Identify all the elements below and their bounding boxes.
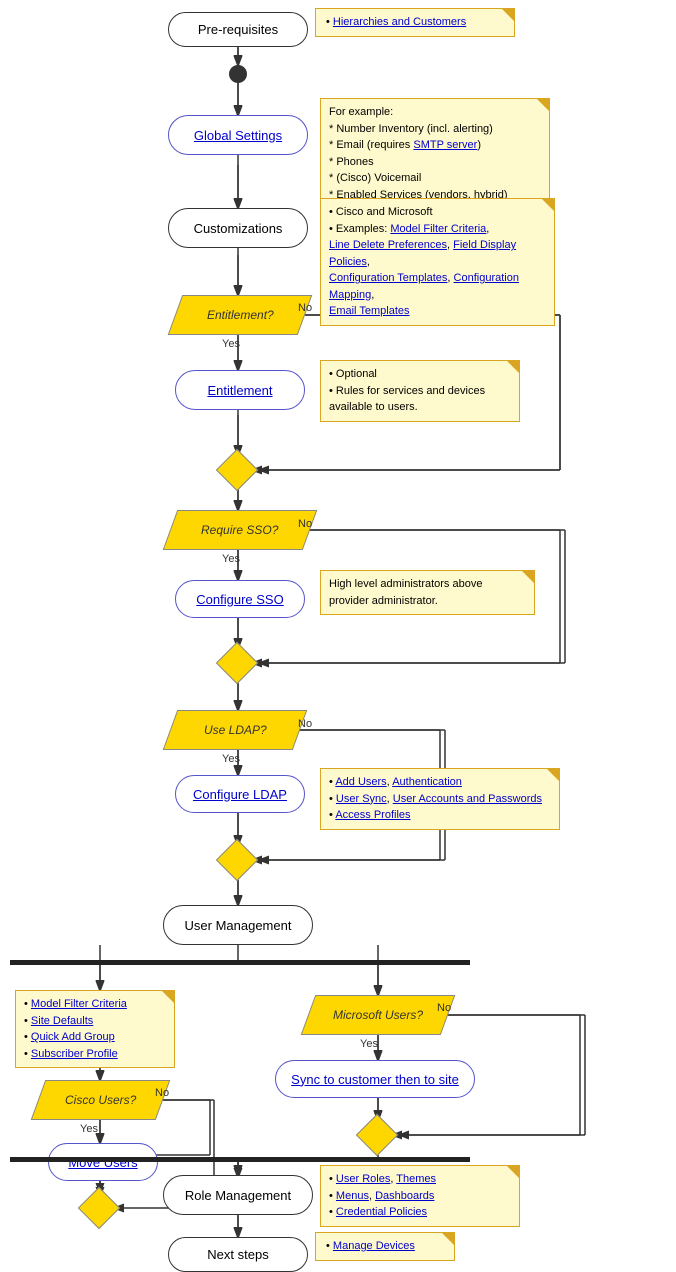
microsoft-users-diamond: Microsoft Users? <box>301 995 456 1035</box>
top-separator-line <box>10 960 470 965</box>
menus-link[interactable]: Menus <box>336 1190 369 1202</box>
ldap-merge-diamond <box>216 839 258 881</box>
hierarchies-customers-link[interactable]: Hierarchies and Customers <box>333 16 466 28</box>
sso-yes-label: Yes <box>222 553 240 565</box>
role-management-node: Role Management <box>163 1175 313 1215</box>
configure-sso-link[interactable]: Configure SSO <box>196 592 283 607</box>
add-users-link[interactable]: Add Users <box>335 776 386 788</box>
prerequisites-node: Pre-requisites <box>168 12 308 47</box>
entitlement-node[interactable]: Entitlement <box>175 370 305 410</box>
prerequisites-note: • Hierarchies and Customers <box>315 8 515 37</box>
ldap-yes-label: Yes <box>222 753 240 765</box>
ms-yes-label: Yes <box>360 1038 378 1050</box>
config-templates-link[interactable]: Configuration Templates <box>329 272 447 284</box>
configure-ldap-node[interactable]: Configure LDAP <box>175 775 305 813</box>
model-filter-link2[interactable]: Model Filter Criteria <box>31 998 127 1010</box>
entitlement-diamond: Entitlement? <box>168 295 313 335</box>
sync-to-customer-node[interactable]: Sync to customer then to site <box>275 1060 475 1098</box>
start-circle <box>229 65 247 83</box>
email-templates-link[interactable]: Email Templates <box>329 305 410 317</box>
sso-merge-diamond <box>216 642 258 684</box>
ms-merge-diamond <box>356 1114 398 1156</box>
flowchart-diagram: Pre-requisites • Hierarchies and Custome… <box>0 0 676 1266</box>
sso-no-label: No <box>298 518 312 530</box>
global-settings-note: For example: * Number Inventory (incl. a… <box>320 98 550 209</box>
ldap-no-label: No <box>298 718 312 730</box>
cisco-yes-label: Yes <box>80 1123 98 1135</box>
use-ldap-diamond: Use LDAP? <box>163 710 308 750</box>
themes-link[interactable]: Themes <box>396 1173 436 1185</box>
sso-note: High level administrators aboveprovider … <box>320 570 535 615</box>
ms-no-label: No <box>437 1002 451 1014</box>
cisco-merge-diamond <box>78 1187 120 1229</box>
next-steps-note: • Manage Devices <box>315 1232 455 1261</box>
subscriber-profile-link[interactable]: Subscriber Profile <box>31 1048 118 1060</box>
manage-devices-link[interactable]: Manage Devices <box>333 1240 415 1252</box>
user-roles-link[interactable]: User Roles <box>336 1173 390 1185</box>
user-management-note: • Add Users, Authentication • User Sync,… <box>320 768 560 830</box>
credential-policies-link[interactable]: Credential Policies <box>336 1206 427 1218</box>
user-management-node: User Management <box>163 905 313 945</box>
customizations-node: Customizations <box>168 208 308 248</box>
line-delete-link[interactable]: Line Delete Preferences <box>329 239 447 251</box>
user-accounts-link[interactable]: User Accounts and Passwords <box>393 793 542 805</box>
next-steps-node: Next steps <box>168 1237 308 1272</box>
sync-link[interactable]: Sync to customer then to site <box>291 1072 459 1087</box>
entitlement-link[interactable]: Entitlement <box>207 383 272 398</box>
authentication-link[interactable]: Authentication <box>392 776 462 788</box>
entitlement-no-label: No <box>298 302 312 314</box>
require-sso-diamond: Require SSO? <box>163 510 318 550</box>
configure-ldap-link[interactable]: Configure LDAP <box>193 787 287 802</box>
cisco-note: • Model Filter Criteria • Site Defaults … <box>15 990 175 1068</box>
access-profiles-link[interactable]: Access Profiles <box>335 809 410 821</box>
entitlement-merge-diamond <box>216 449 258 491</box>
user-sync-link[interactable]: User Sync <box>336 793 387 805</box>
bottom-separator-line <box>10 1157 470 1162</box>
global-settings-node[interactable]: Global Settings <box>168 115 308 155</box>
cisco-users-diamond: Cisco Users? <box>31 1080 171 1120</box>
model-filter-criteria-link[interactable]: Model Filter Criteria <box>390 223 486 235</box>
entitlement-yes-label: Yes <box>222 338 240 350</box>
entitlement-note: • Optional• Rules for services and devic… <box>320 360 520 422</box>
move-users-node[interactable]: Move Users <box>48 1143 158 1181</box>
site-defaults-link[interactable]: Site Defaults <box>31 1015 93 1027</box>
dashboards-link[interactable]: Dashboards <box>375 1190 434 1202</box>
role-management-note: • User Roles, Themes • Menus, Dashboards… <box>320 1165 520 1227</box>
quick-add-link[interactable]: Quick Add Group <box>31 1031 115 1043</box>
customizations-note: • Cisco and Microsoft • Examples: Model … <box>320 198 555 326</box>
configure-sso-node[interactable]: Configure SSO <box>175 580 305 618</box>
smtp-server-link[interactable]: SMTP server <box>413 139 477 151</box>
global-settings-link[interactable]: Global Settings <box>194 128 282 143</box>
cisco-no-label: No <box>155 1087 169 1099</box>
